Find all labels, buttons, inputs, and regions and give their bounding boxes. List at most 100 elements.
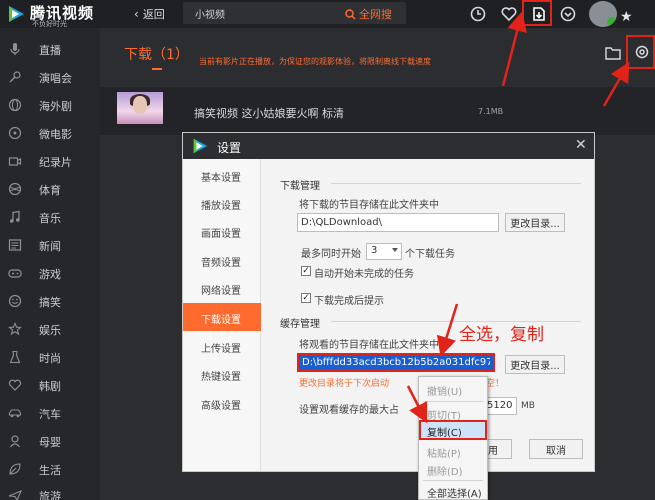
sidebar-item-news[interactable]: 新闻 [0,231,100,259]
menu-chevron-down-icon[interactable] [558,4,578,24]
sidebar-item-micro-film[interactable]: 微电影 [0,119,100,147]
settings-tab-upload[interactable]: 上传设置 [183,332,261,360]
sidebar-item-live[interactable]: 直播 [0,35,100,63]
section-divider [331,183,581,184]
settings-tab-picture[interactable]: 画面设置 [183,217,261,245]
mic-icon [10,43,20,55]
back-button[interactable]: ‹ 返回 [134,6,165,22]
context-menu-undo[interactable]: 撤销(U) [419,379,487,399]
sidebar-item-label: 娱乐 [39,324,61,337]
top-bar: 腾讯视频 不负好时光 ‹返回 全网搜 ★ [0,0,655,28]
dialog-titlebar[interactable]: 设置 ✕ [183,133,594,159]
sidebar-item-travel[interactable]: 旅游 [0,481,100,500]
context-menu-paste[interactable]: 粘贴(P) [419,441,487,461]
folder-icon[interactable] [605,46,621,60]
vip-star-icon[interactable]: ★ [620,10,633,24]
search-input[interactable] [195,6,325,20]
star-icon [8,322,22,336]
settings-nav: 基本设置 播放设置 画面设置 音频设置 网络设置 下载设置 上传设置 热键设置 … [183,159,261,471]
sidebar: 直播 演唱会 海外剧 微电影 纪录片 体育 音乐 新闻 游戏 搞笑 娱乐 时尚 … [0,28,100,500]
settings-tab-label: 音频设置 [201,258,241,269]
settings-tab-network[interactable]: 网络设置 [183,274,261,302]
sidebar-item-overseas-drama[interactable]: 海外剧 [0,91,100,119]
max-tasks-suffix: 个下载任务 [405,249,455,260]
settings-tab-label: 上传设置 [201,344,241,355]
sidebar-item-label: 纪录片 [39,156,72,169]
context-menu-delete[interactable]: 删除(D) [419,459,487,479]
search-box: 全网搜 [183,2,406,24]
search-all-label: 全网搜 [359,8,392,21]
sidebar-item-korean-drama[interactable]: 韩剧 [0,371,100,399]
context-menu-copy[interactable]: 复制(C) [419,420,487,440]
cache-max-unit: MB [521,401,535,411]
settings-tab-advanced[interactable]: 高级设置 [183,389,261,417]
back-label: 返回 [142,8,165,21]
highlight-box-settings-icon [626,35,655,69]
sidebar-item-documentary[interactable]: 纪录片 [0,147,100,175]
highlight-box-download-icon [522,0,552,26]
app-logo[interactable]: 腾讯视频 不负好时光 [6,2,106,28]
gamepad-icon [8,269,22,278]
change-download-dir-button[interactable]: 更改目录... [505,213,565,232]
sidebar-item-funny[interactable]: 搞笑 [0,287,100,315]
auto-resume-label: 自动开始未完成的任务 [314,269,414,280]
sidebar-item-label: 微电影 [39,128,72,141]
settings-tab-audio[interactable]: 音频设置 [183,246,261,274]
sidebar-item-label: 演唱会 [39,72,72,85]
sidebar-item-games[interactable]: 游戏 [0,259,100,287]
music-note-icon [10,210,20,223]
settings-tab-label: 网络设置 [201,286,241,297]
sidebar-item-entertainment[interactable]: 娱乐 [0,315,100,343]
settings-tab-basic[interactable]: 基本设置 [183,161,261,189]
close-icon[interactable]: ✕ [575,137,587,153]
max-tasks-select[interactable]: 3 [366,243,402,260]
sidebar-item-label: 生活 [39,464,61,477]
microphone-icon [9,71,21,83]
sidebar-item-label: 体育 [39,184,61,197]
search-all-button[interactable]: 全网搜 [345,6,392,22]
cache-max-input[interactable]: 5120 [483,397,517,415]
cache-path-input[interactable] [297,353,495,372]
sidebar-item-concert[interactable]: 演唱会 [0,63,100,91]
sidebar-item-label: 海外剧 [39,100,72,113]
car-icon [8,409,22,418]
context-menu-label: 粘贴(P) [427,449,461,460]
sidebar-item-label: 直播 [39,44,61,57]
favorite-heart-icon[interactable] [499,4,519,24]
cancel-button[interactable]: 取消 [529,439,583,459]
change-cache-dir-button[interactable]: 更改目录... [505,355,565,374]
search-icon [345,9,356,20]
context-menu-select-all[interactable]: 全部选择(A) [419,481,487,500]
sidebar-item-label: 时尚 [39,352,61,365]
settings-tab-download[interactable]: 下载设置 [183,303,261,331]
sidebar-item-label: 新闻 [39,240,61,253]
download-row[interactable]: 搞笑视频 这小姑娘要火啊 标清 7.1MB [100,87,655,135]
notify-complete-label: 下载完成后提示 [314,296,384,307]
sidebar-item-sports[interactable]: 体育 [0,175,100,203]
cache-path-label: 将观看的节目存储在此文件夹中 [299,340,439,351]
settings-tab-playback[interactable]: 播放设置 [183,189,261,217]
sidebar-item-life[interactable]: 生活 [0,455,100,483]
globe-icon [8,98,22,112]
download-path-input[interactable] [297,213,499,232]
user-avatar[interactable] [589,1,617,27]
checkbox-checked-icon: ✓ [301,266,311,276]
sidebar-item-fashion[interactable]: 时尚 [0,343,100,371]
settings-tab-label: 下载设置 [201,315,241,326]
dress-icon [9,350,21,364]
download-path-label: 将下载的节目存储在此文件夹中 [299,200,439,211]
plane-icon [8,489,22,500]
sidebar-item-music[interactable]: 音乐 [0,203,100,231]
history-clock-icon[interactable] [468,4,488,24]
sidebar-item-mother-baby[interactable]: 母婴 [0,427,100,455]
settings-tab-hotkeys[interactable]: 热键设置 [183,360,261,388]
context-menu-label: 全部选择(A) [427,489,482,500]
context-menu-label: 复制(C) [427,428,462,439]
speed-limit-notice: 当前有影片正在播放，为保证您的观影体验，将限制离线下载速度 [199,57,431,66]
sidebar-item-label: 音乐 [39,212,61,225]
max-tasks-prefix: 最多同时开始 [301,249,361,260]
sidebar-item-cars[interactable]: 汽车 [0,399,100,427]
settings-dialog: 设置 ✕ 基本设置 播放设置 画面设置 音频设置 网络设置 下载设置 上传设置 … [182,132,595,472]
download-title: 搞笑视频 这小姑娘要火啊 标清 [194,107,344,120]
sidebar-item-label: 韩剧 [39,380,61,393]
